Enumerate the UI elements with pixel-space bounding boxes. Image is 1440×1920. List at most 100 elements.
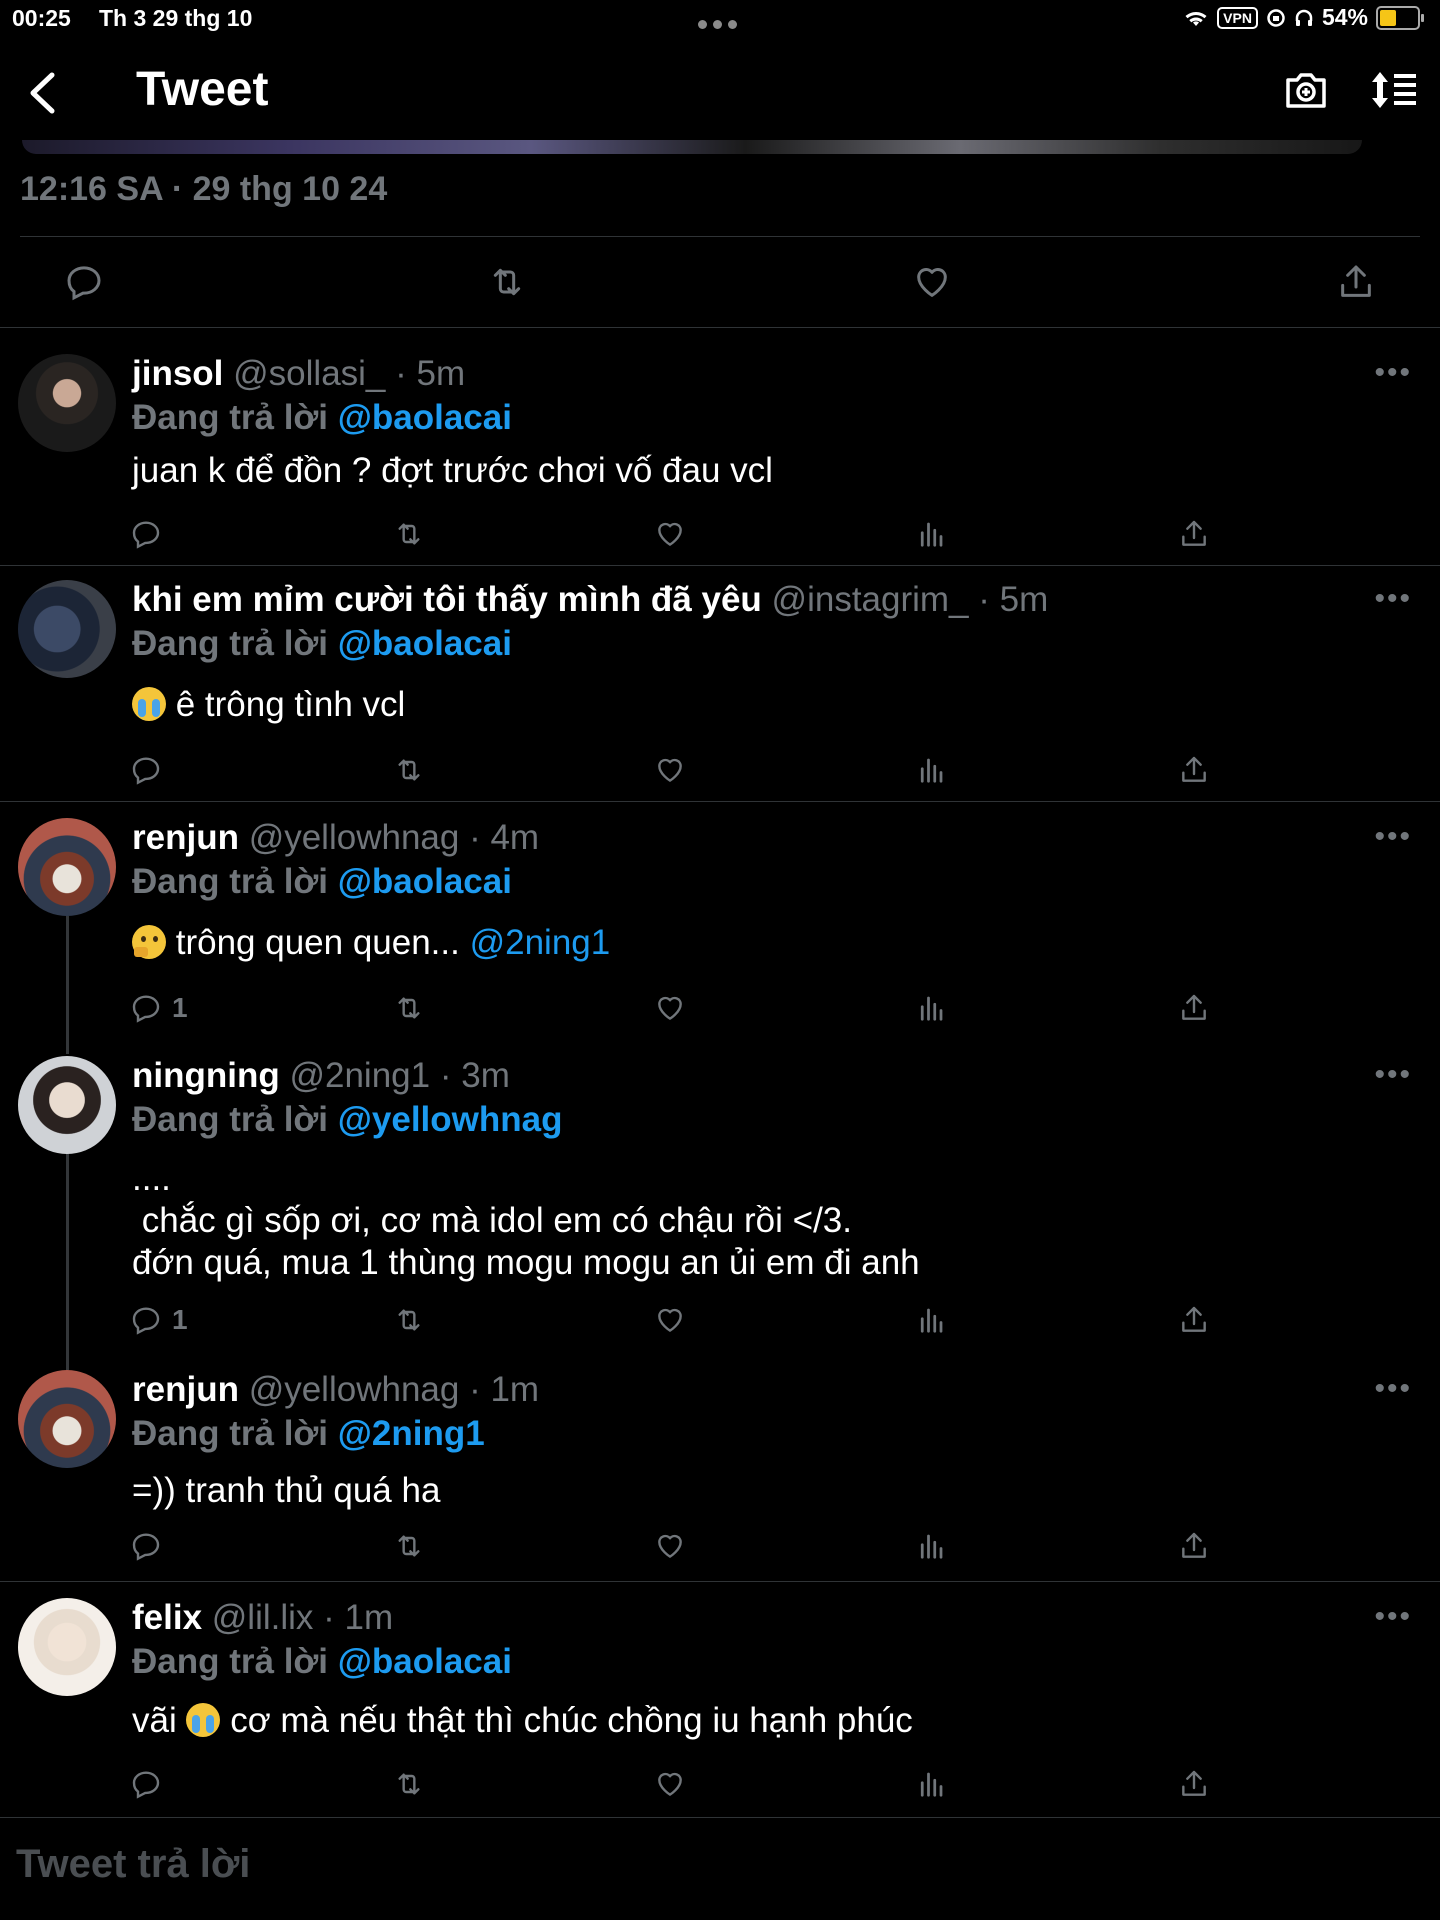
reply-icon xyxy=(132,1307,160,1335)
avatar[interactable] xyxy=(18,1056,116,1154)
reply-button[interactable]: 1 xyxy=(130,1304,188,1336)
retweet-icon xyxy=(398,1773,420,1795)
avatar[interactable] xyxy=(18,580,116,678)
more-options-icon[interactable]: ••• xyxy=(1374,820,1412,854)
reply-composer[interactable]: Tweet trả lời xyxy=(0,1818,1440,1920)
reply-icon[interactable] xyxy=(64,262,104,302)
display-name[interactable]: ningning xyxy=(132,1056,280,1095)
rotation-lock-icon xyxy=(1267,8,1285,27)
reply-tweet[interactable]: renjun @yellowhnag · 4m ••• Đang trả lời… xyxy=(0,802,1440,1056)
tweet-text: cơ mà nếu thật thì chúc chồng iu hạnh ph… xyxy=(230,1701,913,1740)
tweet-actions: 1 xyxy=(130,992,1230,1032)
text-mention-link[interactable]: @2ning1 xyxy=(470,923,611,962)
reply-tweet[interactable]: ningning @2ning1 · 3m ••• Đang trả lời @… xyxy=(0,1056,1440,1370)
user-handle[interactable]: @yellowhnag xyxy=(249,818,460,857)
avatar[interactable] xyxy=(18,354,116,452)
display-name[interactable]: khi em mỉm cười tôi thấy mình đã yêu xyxy=(132,580,762,619)
retweet-icon[interactable] xyxy=(486,262,528,302)
reply-to-mention[interactable]: @baolacai xyxy=(338,1642,512,1681)
reply-to-mention[interactable]: @baolacai xyxy=(338,862,512,901)
replying-to-label: Đang trả lời xyxy=(132,1100,329,1139)
reply-button[interactable]: 1 xyxy=(130,992,188,1024)
reply-icon xyxy=(132,995,160,1023)
wifi-icon xyxy=(1185,11,1207,26)
share-button[interactable] xyxy=(1178,992,1210,1024)
like-heart-icon xyxy=(658,758,682,782)
top-navigation-bar: Tweet xyxy=(0,40,1440,140)
avatar[interactable] xyxy=(18,818,116,916)
headphones-icon xyxy=(1295,9,1313,26)
back-arrow-icon[interactable] xyxy=(28,72,56,114)
status-time: 00:25 xyxy=(12,5,71,31)
tweet-text: =)) tranh thủ quá ha xyxy=(132,1471,441,1510)
sort-replies-icon[interactable] xyxy=(1370,70,1418,110)
more-options-icon[interactable]: ••• xyxy=(1374,356,1412,390)
share-icon[interactable] xyxy=(1336,262,1376,302)
share-icon xyxy=(1182,994,1206,1020)
reply-tweet[interactable]: felix @lil.lix · 1m ••• Đang trả lời @ba… xyxy=(0,1582,1440,1818)
reply-input-placeholder[interactable]: Tweet trả lời xyxy=(16,1842,250,1887)
reply-to-mention[interactable]: @baolacai xyxy=(338,624,512,663)
more-options-icon[interactable]: ••• xyxy=(1374,1600,1412,1634)
views-button[interactable] xyxy=(916,1768,946,1800)
analytics-bars-icon xyxy=(920,758,943,783)
views-button[interactable] xyxy=(916,992,946,1024)
display-name[interactable]: renjun xyxy=(132,1370,239,1409)
tweet-media-image[interactable] xyxy=(22,140,1362,154)
user-handle[interactable]: @sollasi_ xyxy=(233,354,385,393)
share-icon xyxy=(1182,520,1206,546)
retweet-button[interactable] xyxy=(392,992,426,1024)
user-handle[interactable]: @yellowhnag xyxy=(249,1370,460,1409)
tweet-actions xyxy=(130,1768,1230,1808)
reply-to-mention[interactable]: @yellowhnag xyxy=(338,1100,563,1139)
analytics-bars-icon xyxy=(920,1772,943,1797)
views-button[interactable] xyxy=(916,518,946,550)
multitasking-dots-icon[interactable] xyxy=(698,8,743,35)
like-heart-icon[interactable] xyxy=(912,262,952,302)
tweet-age: · 1m xyxy=(469,1370,540,1409)
share-button[interactable] xyxy=(1178,1768,1210,1800)
retweet-button[interactable] xyxy=(392,1530,426,1562)
reply-tweet[interactable]: jinsol @sollasi_ · 5m ••• Đang trả lời @… xyxy=(0,328,1440,566)
like-button[interactable] xyxy=(654,992,686,1024)
views-button[interactable] xyxy=(916,754,946,786)
share-button[interactable] xyxy=(1178,1304,1210,1336)
like-button[interactable] xyxy=(654,1530,686,1562)
share-button[interactable] xyxy=(1178,518,1210,550)
reply-to-mention[interactable]: @2ning1 xyxy=(338,1414,485,1453)
share-button[interactable] xyxy=(1178,1530,1210,1562)
display-name[interactable]: felix xyxy=(132,1598,202,1637)
views-button[interactable] xyxy=(916,1530,946,1562)
reply-button[interactable] xyxy=(130,754,172,786)
like-button[interactable] xyxy=(654,1304,686,1336)
user-handle[interactable]: @instagrim_ xyxy=(772,580,969,619)
reply-to-mention[interactable]: @baolacai xyxy=(338,398,512,437)
views-button[interactable] xyxy=(916,1304,946,1336)
replying-to-label: Đang trả lời xyxy=(132,624,329,663)
more-options-icon[interactable]: ••• xyxy=(1374,1372,1412,1406)
camera-add-icon[interactable] xyxy=(1284,70,1328,110)
reply-button[interactable] xyxy=(130,1768,172,1800)
user-handle[interactable]: @2ning1 xyxy=(289,1056,430,1095)
retweet-button[interactable] xyxy=(392,1768,426,1800)
more-options-icon[interactable]: ••• xyxy=(1374,582,1412,616)
like-button[interactable] xyxy=(654,1768,686,1800)
reply-icon xyxy=(132,757,160,785)
retweet-button[interactable] xyxy=(392,1304,426,1336)
retweet-button[interactable] xyxy=(392,518,426,550)
display-name[interactable]: renjun xyxy=(132,818,239,857)
retweet-button[interactable] xyxy=(392,754,426,786)
like-button[interactable] xyxy=(654,518,686,550)
avatar[interactable] xyxy=(18,1370,116,1468)
display-name[interactable]: jinsol xyxy=(132,354,223,393)
like-button[interactable] xyxy=(654,754,686,786)
reply-button[interactable] xyxy=(130,1530,172,1562)
reply-tweet[interactable]: renjun @yellowhnag · 1m ••• Đang trả lời… xyxy=(0,1370,1440,1582)
user-handle[interactable]: @lil.lix xyxy=(212,1598,314,1637)
like-heart-icon xyxy=(658,522,682,546)
more-options-icon[interactable]: ••• xyxy=(1374,1058,1412,1092)
reply-tweet[interactable]: khi em mỉm cười tôi thấy mình đã yêu @in… xyxy=(0,566,1440,802)
share-button[interactable] xyxy=(1178,754,1210,786)
avatar[interactable] xyxy=(18,1598,116,1696)
reply-button[interactable] xyxy=(130,518,172,550)
